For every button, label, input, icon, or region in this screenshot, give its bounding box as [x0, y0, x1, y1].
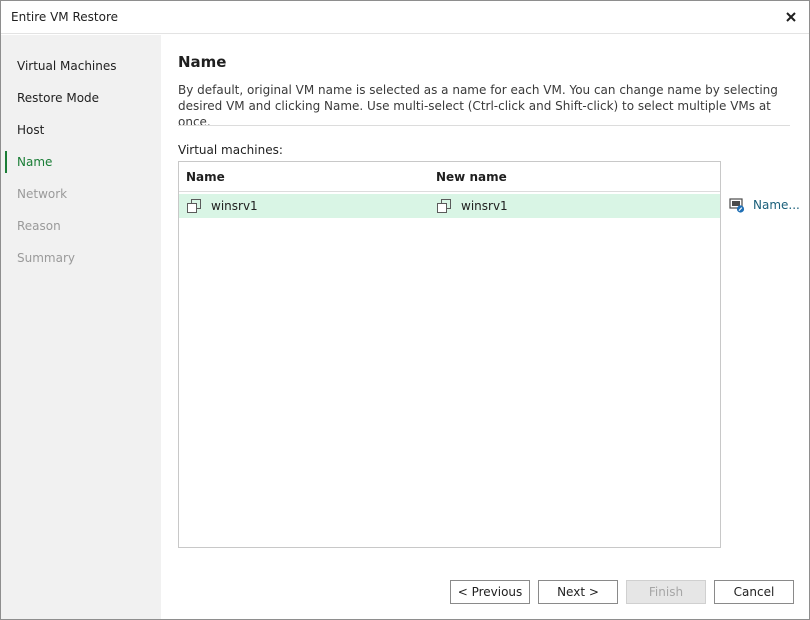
step-name[interactable]: Name: [1, 150, 161, 174]
vm-name-text: winsrv1: [211, 199, 258, 213]
column-header-name[interactable]: Name: [186, 170, 225, 184]
next-button[interactable]: Next >: [538, 580, 618, 604]
main-panel: Name By default, original VM name is sel…: [161, 35, 809, 619]
step-summary: Summary: [17, 251, 75, 265]
cancel-button[interactable]: Cancel: [714, 580, 794, 604]
wizard-steps-sidebar: Virtual Machines Restore Mode Host Name …: [1, 35, 161, 619]
cell-vm-new-name: winsrv1: [436, 194, 508, 218]
rename-button[interactable]: Name...: [729, 196, 800, 214]
finish-button: Finish: [626, 580, 706, 604]
close-icon: [786, 12, 796, 22]
table-row[interactable]: winsrv1 winsrv1: [179, 194, 720, 218]
step-virtual-machines[interactable]: Virtual Machines: [1, 54, 161, 78]
table-header: Name New name: [179, 162, 720, 192]
previous-button[interactable]: < Previous: [450, 580, 530, 604]
dialog-window: Entire VM Restore Virtual Machines Resto…: [0, 0, 810, 620]
title-bar: Entire VM Restore: [1, 1, 809, 34]
rename-icon: [729, 198, 745, 213]
rename-label: Name...: [753, 198, 800, 212]
step-restore-mode[interactable]: Restore Mode: [1, 86, 161, 110]
vm-icon: [437, 199, 451, 213]
step-host[interactable]: Host: [1, 118, 161, 142]
vm-list-label: Virtual machines:: [178, 143, 283, 157]
page-description: By default, original VM name is selected…: [178, 83, 778, 129]
vm-table[interactable]: Name New name winsrv1 winsrv1: [178, 161, 721, 548]
vm-icon: [187, 199, 201, 213]
page-title: Name: [178, 53, 227, 71]
close-button[interactable]: [781, 7, 801, 27]
window-title: Entire VM Restore: [11, 10, 119, 24]
cell-vm-name: winsrv1: [186, 194, 258, 218]
step-reason: Reason: [17, 219, 61, 233]
column-header-new-name[interactable]: New name: [436, 170, 507, 184]
vm-new-name-text: winsrv1: [461, 199, 508, 213]
header-divider: [178, 125, 790, 126]
step-network: Network: [17, 187, 68, 201]
